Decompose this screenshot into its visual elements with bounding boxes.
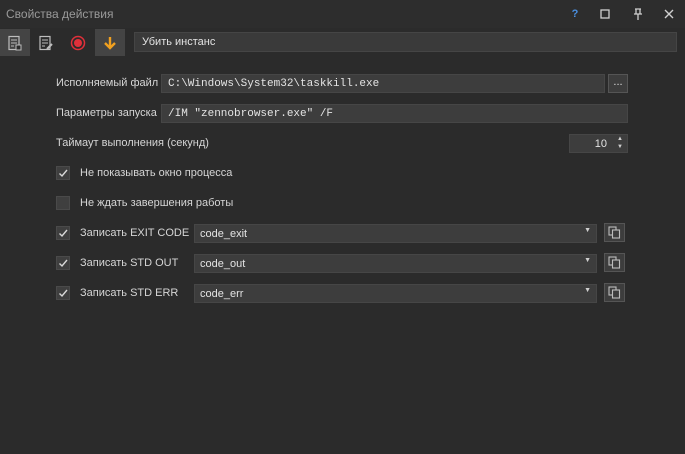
properties-icon [8,35,22,50]
pin-icon [634,8,642,20]
hide-window-label: Не показывать окно процесса [80,167,233,179]
checkmark-icon [59,229,68,238]
copy-icon [608,286,621,299]
no-wait-label: Не ждать завершения работы [80,197,234,209]
std-out-label: Записать STD OUT [80,257,179,269]
copy-icon [608,226,621,239]
record-icon [70,35,86,50]
arrow-down-icon [104,36,116,50]
std-out-copy-button[interactable] [604,253,625,272]
help-button[interactable]: ? [561,0,589,28]
no-wait-checkbox[interactable] [56,196,70,210]
params-label: Параметры запуска [56,107,157,119]
exit-code-copy-button[interactable] [604,223,625,242]
chevron-down-icon: ▼ [584,227,591,234]
std-err-value: code_err [200,288,244,300]
record-tool-button[interactable] [63,29,93,56]
window-title: Свойства действия [6,7,114,21]
help-icon: ? [571,8,579,20]
close-button[interactable] [655,0,683,28]
params-input[interactable]: /IM "zennobrowser.exe" /F [161,104,628,123]
chevron-down-icon: ▼ [584,287,591,294]
spin-down-icon[interactable]: ▼ [617,144,623,150]
close-icon [664,9,674,19]
std-err-label: Записать STD ERR [80,287,179,299]
std-err-copy-button[interactable] [604,283,625,302]
checkmark-icon [59,289,68,298]
edit-tool-button[interactable] [31,29,61,56]
properties-tool-button[interactable] [0,29,30,56]
exit-code-select[interactable]: code_exit ▼ [194,224,597,243]
exe-path-input[interactable]: C:\Windows\System32\taskkill.exe [161,74,605,93]
exit-code-label: Записать EXIT CODE [80,227,190,239]
spin-up-icon[interactable]: ▲ [617,136,623,142]
std-err-checkbox[interactable] [56,286,70,300]
pin-button[interactable] [624,0,652,28]
std-err-select[interactable]: code_err ▼ [194,284,597,303]
checkmark-icon [59,169,68,178]
std-out-select[interactable]: code_out ▼ [194,254,597,273]
arrow-tool-button[interactable] [95,29,125,56]
edit-properties-icon [39,35,53,50]
hide-window-checkbox[interactable] [56,166,70,180]
std-out-value: code_out [200,258,246,270]
title-bar: Свойства действия ? [0,0,685,29]
exe-label: Исполняемый файл [56,77,159,89]
timeout-label: Таймаут выполнения (секунд) [56,137,209,149]
std-out-checkbox[interactable] [56,256,70,270]
timeout-spinner[interactable]: 10 ▲ ▼ [569,134,628,153]
exit-code-checkbox[interactable] [56,226,70,240]
chevron-down-icon: ▼ [584,257,591,264]
action-name-input[interactable]: Убить инстанс [134,32,677,52]
browse-button[interactable]: ... [608,74,628,93]
checkmark-icon [59,259,68,268]
maximize-icon [600,9,610,19]
maximize-button[interactable] [591,0,619,28]
exit-code-value: code_exit [200,228,248,240]
timeout-value: 10 [594,138,607,150]
copy-icon [608,256,621,269]
